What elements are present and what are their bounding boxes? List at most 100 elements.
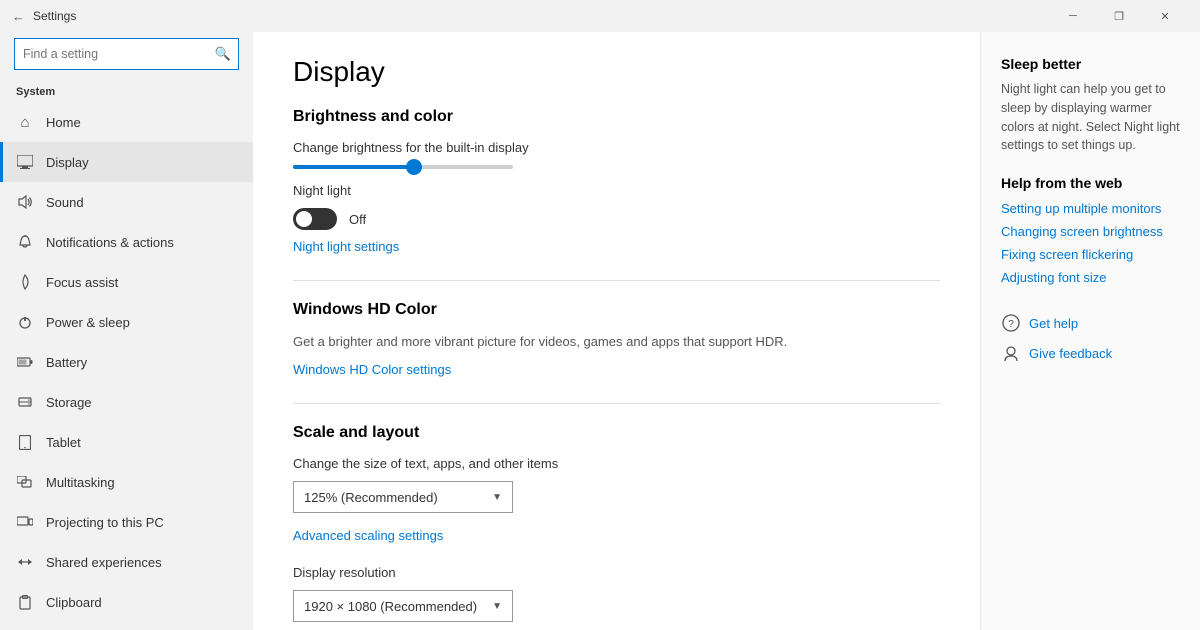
multitasking-icon (16, 473, 34, 491)
resolution-dropdown-value: 1920 × 1080 (Recommended) (304, 599, 477, 614)
sidebar-item-label-clipboard: Clipboard (46, 595, 102, 610)
sidebar-item-label-projecting: Projecting to this PC (46, 515, 164, 530)
sidebar-item-label-sound: Sound (46, 195, 84, 210)
night-light-state: Off (349, 212, 366, 227)
close-button[interactable]: ✕ (1142, 0, 1188, 32)
hd-color-settings-link[interactable]: Windows HD Color settings (293, 362, 451, 377)
help-section-title: Help from the web (1001, 175, 1180, 191)
night-light-toggle[interactable] (293, 208, 337, 230)
clipboard-icon (16, 593, 34, 611)
hd-color-section-title: Windows HD Color (293, 301, 940, 319)
get-help-icon: ? (1001, 313, 1021, 333)
sidebar-item-home[interactable]: ⌂ Home (0, 102, 253, 142)
toggle-knob (296, 211, 312, 227)
advanced-scaling-link[interactable]: Advanced scaling settings (293, 528, 443, 543)
sidebar-item-multitasking[interactable]: Multitasking (0, 462, 253, 502)
app-container: 🔍 System ⌂ Home Display Sound Notific (0, 32, 1200, 630)
sidebar-item-projecting[interactable]: Projecting to this PC (0, 502, 253, 542)
sidebar-item-display[interactable]: Display (0, 142, 253, 182)
titlebar-left: ← Settings (12, 9, 76, 24)
titlebar-controls: ─ ❐ ✕ (1050, 0, 1188, 32)
sidebar-item-sound[interactable]: Sound (0, 182, 253, 222)
sidebar-item-label-storage: Storage (46, 395, 92, 410)
sidebar-item-storage[interactable]: Storage (0, 382, 253, 422)
sidebar-item-label-power: Power & sleep (46, 315, 130, 330)
help-link-2[interactable]: Fixing screen flickering (1001, 247, 1180, 262)
search-wrapper: 🔍 (14, 38, 239, 70)
resolution-label: Display resolution (293, 565, 940, 580)
night-light-settings-link[interactable]: Night light settings (293, 239, 399, 254)
svg-text:?: ? (1008, 319, 1014, 330)
display-icon (16, 153, 34, 171)
search-box (14, 38, 239, 70)
focus-icon (16, 273, 34, 291)
sidebar-item-label-home: Home (46, 115, 81, 130)
divider-2 (293, 403, 940, 404)
page-title: Display (293, 56, 940, 88)
sidebar-item-label-display: Display (46, 155, 89, 170)
shared-icon (16, 553, 34, 571)
notifications-icon (16, 233, 34, 251)
brightness-slider-container (293, 165, 940, 169)
right-panel: Sleep better Night light can help you ge… (980, 32, 1200, 630)
power-icon (16, 313, 34, 331)
size-dropdown-container: 125% (Recommended) ▼ (293, 481, 940, 513)
sound-icon (16, 193, 34, 211)
back-icon[interactable]: ← (12, 9, 25, 24)
resolution-dropdown-container: 1920 × 1080 (Recommended) ▼ (293, 590, 940, 622)
sidebar-item-label-shared: Shared experiences (46, 555, 162, 570)
search-icon: 🔍 (215, 46, 231, 62)
sleep-title: Sleep better (1001, 56, 1180, 72)
night-light-label: Night light (293, 183, 940, 198)
storage-icon (16, 393, 34, 411)
resolution-dropdown-arrow: ▼ (492, 601, 502, 612)
feedback-action[interactable]: Give feedback (1001, 343, 1180, 363)
night-light-row: Off (293, 208, 940, 230)
sidebar-item-notifications[interactable]: Notifications & actions (0, 222, 253, 262)
sidebar-item-label-focus: Focus assist (46, 275, 118, 290)
sidebar-item-battery[interactable]: Battery (0, 342, 253, 382)
size-dropdown-value: 125% (Recommended) (304, 490, 438, 505)
brightness-slider-track[interactable] (293, 165, 513, 169)
sidebar: 🔍 System ⌂ Home Display Sound Notific (0, 32, 253, 630)
titlebar: ← Settings ─ ❐ ✕ (0, 0, 1200, 32)
get-help-action[interactable]: ? Get help (1001, 313, 1180, 333)
home-icon: ⌂ (16, 113, 34, 131)
help-link-1[interactable]: Changing screen brightness (1001, 224, 1180, 239)
brightness-label: Change brightness for the built-in displ… (293, 140, 940, 155)
brightness-slider-fill (293, 165, 414, 169)
sidebar-item-power[interactable]: Power & sleep (0, 302, 253, 342)
size-dropdown-arrow: ▼ (492, 492, 502, 503)
minimize-button[interactable]: ─ (1050, 0, 1096, 32)
sidebar-item-label-notifications: Notifications & actions (46, 235, 174, 250)
sidebar-item-label-tablet: Tablet (46, 435, 81, 450)
search-container: 🔍 (0, 32, 253, 80)
resolution-dropdown[interactable]: 1920 × 1080 (Recommended) ▼ (293, 590, 513, 622)
hd-color-desc: Get a brighter and more vibrant picture … (293, 333, 913, 351)
size-label: Change the size of text, apps, and other… (293, 456, 940, 471)
sidebar-item-clipboard[interactable]: Clipboard (0, 582, 253, 622)
sidebar-item-tablet[interactable]: Tablet (0, 422, 253, 462)
battery-icon (16, 353, 34, 371)
feedback-icon (1001, 343, 1021, 363)
maximize-button[interactable]: ❐ (1096, 0, 1142, 32)
sleep-desc: Night light can help you get to sleep by… (1001, 80, 1180, 155)
brightness-section-title: Brightness and color (293, 108, 940, 126)
size-dropdown[interactable]: 125% (Recommended) ▼ (293, 481, 513, 513)
sidebar-item-focus[interactable]: Focus assist (0, 262, 253, 302)
get-help-label[interactable]: Get help (1029, 316, 1078, 331)
tablet-icon (16, 433, 34, 451)
scale-section-title: Scale and layout (293, 424, 940, 442)
titlebar-title: Settings (33, 9, 76, 23)
sidebar-item-label-battery: Battery (46, 355, 87, 370)
sidebar-item-label-multitasking: Multitasking (46, 475, 115, 490)
divider-1 (293, 280, 940, 281)
brightness-slider-thumb[interactable] (406, 159, 422, 175)
sidebar-item-shared[interactable]: Shared experiences (0, 542, 253, 582)
feedback-label[interactable]: Give feedback (1029, 346, 1112, 361)
help-link-0[interactable]: Setting up multiple monitors (1001, 201, 1180, 216)
help-link-3[interactable]: Adjusting font size (1001, 270, 1180, 285)
sidebar-section-label: System (0, 80, 253, 102)
search-input[interactable] (23, 47, 208, 61)
main-content: Display Brightness and color Change brig… (253, 32, 980, 630)
